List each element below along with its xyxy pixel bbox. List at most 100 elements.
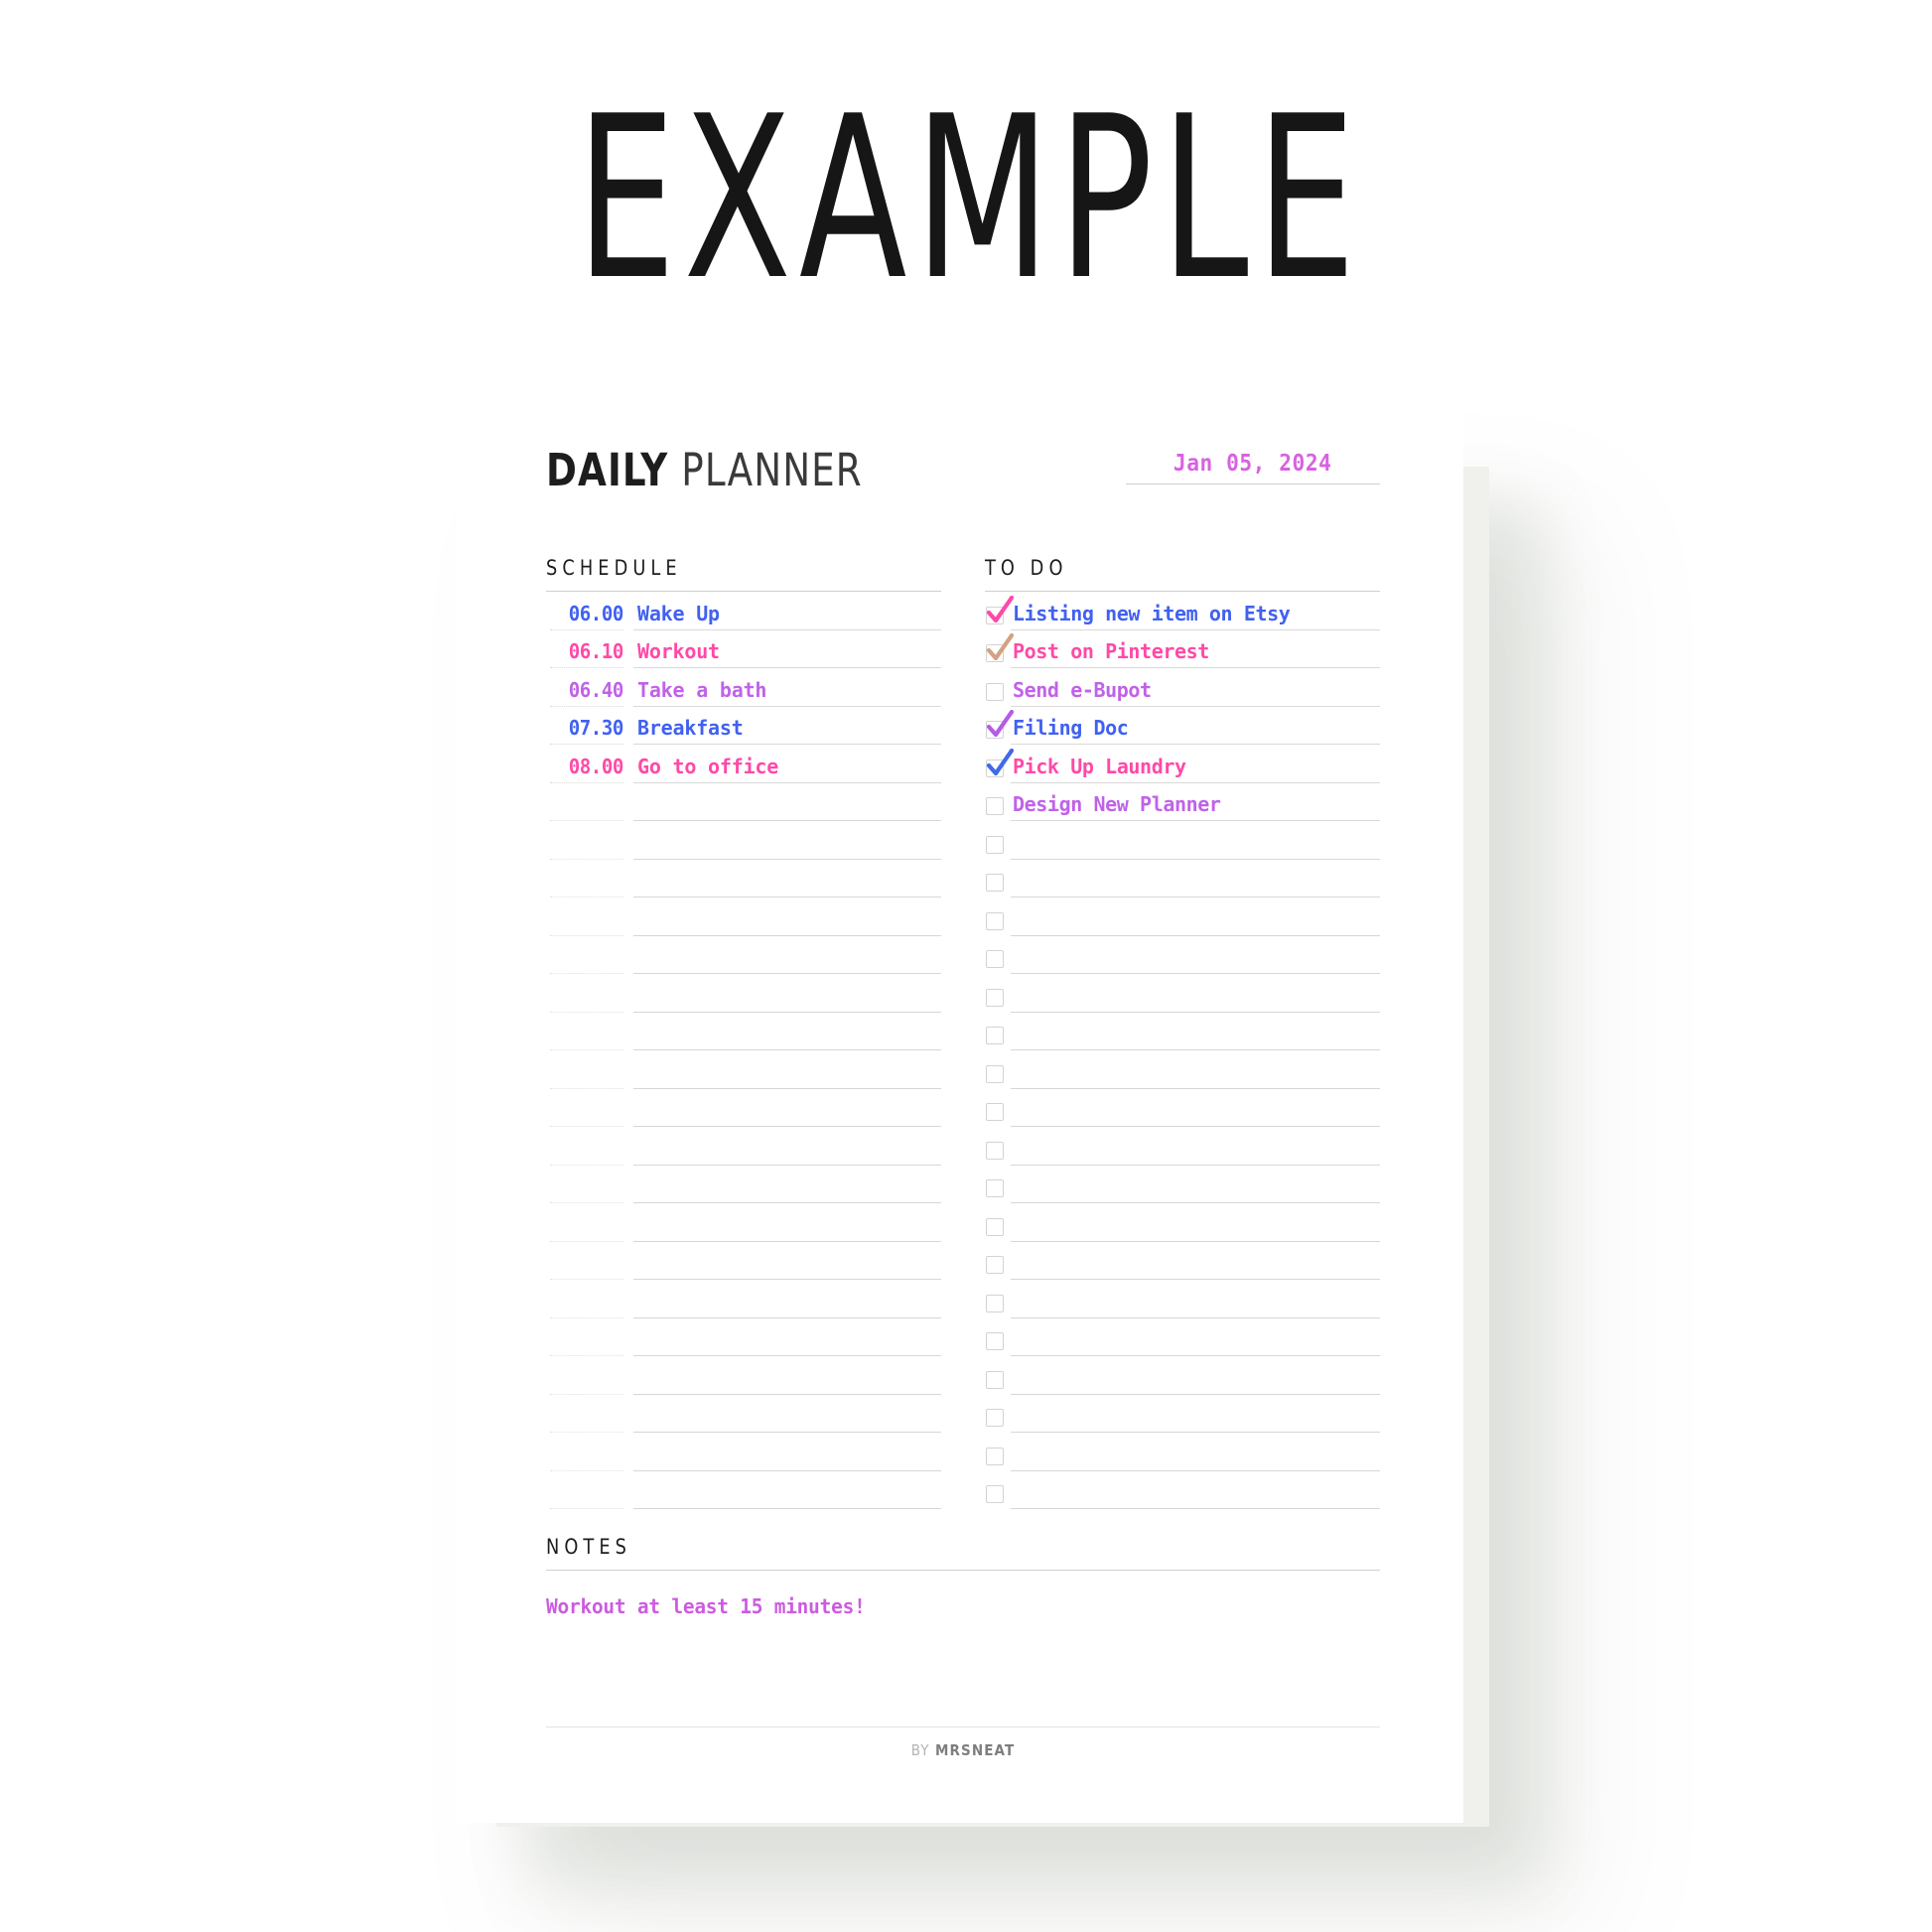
schedule-time-blank bbox=[549, 1481, 623, 1509]
todo-row-empty[interactable] bbox=[985, 1395, 1380, 1433]
schedule-row-empty[interactable] bbox=[546, 1013, 941, 1050]
schedule-time-blank bbox=[549, 946, 623, 974]
schedule-row-empty[interactable] bbox=[546, 860, 941, 897]
todo-row[interactable]: Design New Planner bbox=[985, 783, 1380, 821]
schedule-row-empty[interactable] bbox=[546, 1471, 941, 1509]
schedule-row-empty[interactable] bbox=[546, 897, 941, 936]
schedule-row[interactable]: 07.30 Breakfast bbox=[546, 707, 941, 745]
date-field[interactable]: Jan 05, 2024 bbox=[1126, 451, 1380, 484]
todo-checkbox[interactable] bbox=[985, 979, 1011, 1013]
schedule-row-empty[interactable] bbox=[546, 1166, 941, 1203]
todo-checkbox[interactable] bbox=[985, 1055, 1011, 1089]
schedule-row-empty[interactable] bbox=[546, 1395, 941, 1433]
todo-checkbox[interactable] bbox=[985, 787, 1011, 821]
todo-row[interactable]: Send e-Bupot bbox=[985, 668, 1380, 707]
todo-row[interactable]: Listing new item on Etsy bbox=[985, 592, 1380, 630]
watermark-text: EXAMPLE bbox=[576, 69, 1364, 330]
todo-checkbox[interactable] bbox=[985, 940, 1011, 974]
todo-checkbox[interactable] bbox=[985, 1361, 1011, 1395]
schedule-row-empty[interactable] bbox=[546, 1203, 941, 1242]
todo-row-empty[interactable] bbox=[985, 1127, 1380, 1166]
schedule-row-empty[interactable] bbox=[546, 1356, 941, 1395]
todo-row-empty[interactable] bbox=[985, 1433, 1380, 1471]
todo-label: Filing Doc bbox=[1011, 717, 1380, 745]
schedule-row-empty[interactable] bbox=[546, 1433, 941, 1471]
schedule-row[interactable]: 06.10 Workout bbox=[546, 630, 941, 668]
todo-label-blank bbox=[1011, 946, 1380, 974]
todo-row-empty[interactable] bbox=[985, 974, 1380, 1013]
todo-checkbox[interactable] bbox=[985, 1285, 1011, 1318]
checkbox-box-icon bbox=[986, 606, 1004, 624]
checkbox-box-icon bbox=[986, 1294, 1004, 1312]
todo-checkbox[interactable] bbox=[985, 710, 1015, 745]
todo-row-empty[interactable] bbox=[985, 1280, 1380, 1318]
todo-checkbox[interactable] bbox=[985, 1208, 1011, 1242]
todo-checkbox[interactable] bbox=[985, 748, 1015, 783]
todo-row-empty[interactable] bbox=[985, 1471, 1380, 1509]
todo-checkbox[interactable] bbox=[985, 1132, 1011, 1166]
schedule-row[interactable]: 06.40 Take a bath bbox=[546, 668, 941, 707]
todo-checkbox[interactable] bbox=[985, 673, 1011, 707]
schedule-time-blank bbox=[549, 793, 623, 821]
todo-checkbox[interactable] bbox=[985, 902, 1011, 936]
todo-checkbox[interactable] bbox=[985, 595, 1015, 630]
todo-checkbox[interactable] bbox=[985, 633, 1015, 668]
todo-row-empty[interactable] bbox=[985, 1242, 1380, 1280]
schedule-row-empty[interactable] bbox=[546, 1280, 941, 1318]
todo-row[interactable]: Post on Pinterest bbox=[985, 630, 1380, 668]
schedule-row-empty[interactable] bbox=[546, 821, 941, 860]
schedule-task-blank bbox=[633, 908, 941, 936]
todo-label-blank bbox=[1011, 1444, 1380, 1471]
schedule-row-empty[interactable] bbox=[546, 936, 941, 974]
schedule-row-empty[interactable] bbox=[546, 783, 941, 821]
schedule-time-blank bbox=[549, 1175, 623, 1203]
todo-checkbox[interactable] bbox=[985, 1093, 1011, 1127]
todo-row-empty[interactable] bbox=[985, 821, 1380, 860]
todo-row-empty[interactable] bbox=[985, 1356, 1380, 1395]
checkbox-box-icon bbox=[986, 1409, 1004, 1427]
schedule-task: Wake Up bbox=[633, 603, 941, 630]
checkbox-box-icon bbox=[986, 1027, 1004, 1044]
todo-checkbox[interactable] bbox=[985, 1246, 1011, 1280]
todo-checkbox[interactable] bbox=[985, 1170, 1011, 1203]
checkbox-box-icon bbox=[986, 1103, 1004, 1121]
todo-label-blank bbox=[1011, 908, 1380, 936]
todo-checkbox[interactable] bbox=[985, 1322, 1011, 1356]
schedule-time: 06.00 bbox=[549, 603, 623, 630]
checkbox-box-icon bbox=[986, 911, 1004, 930]
todo-heading: TO DO bbox=[985, 556, 1068, 580]
schedule-time-blank bbox=[549, 1367, 623, 1395]
todo-row-empty[interactable] bbox=[985, 1050, 1380, 1089]
schedule-row-empty[interactable] bbox=[546, 1089, 941, 1127]
schedule-row-empty[interactable] bbox=[546, 1318, 941, 1356]
todo-checkbox[interactable] bbox=[985, 864, 1011, 897]
schedule-row-empty[interactable] bbox=[546, 974, 941, 1013]
todo-label-blank bbox=[1011, 832, 1380, 860]
schedule-row-empty[interactable] bbox=[546, 1242, 941, 1280]
todo-row-empty[interactable] bbox=[985, 936, 1380, 974]
example-watermark: EXAMPLE bbox=[212, 87, 1720, 312]
todo-row-empty[interactable] bbox=[985, 1166, 1380, 1203]
schedule-row[interactable]: 06.00 Wake Up bbox=[546, 592, 941, 630]
schedule-time-blank bbox=[549, 1023, 623, 1050]
schedule-row[interactable]: 08.00 Go to office bbox=[546, 745, 941, 783]
todo-row-empty[interactable] bbox=[985, 1318, 1380, 1356]
checkbox-box-icon bbox=[986, 1217, 1004, 1236]
notes-body[interactable]: Workout at least 15 minutes! bbox=[546, 1594, 1355, 1743]
todo-row[interactable]: Filing Doc bbox=[985, 707, 1380, 745]
todo-row-empty[interactable] bbox=[985, 897, 1380, 936]
schedule-task-blank bbox=[633, 1175, 941, 1203]
todo-row-empty[interactable] bbox=[985, 1089, 1380, 1127]
todo-checkbox[interactable] bbox=[985, 826, 1011, 860]
schedule-row-empty[interactable] bbox=[546, 1050, 941, 1089]
todo-checkbox[interactable] bbox=[985, 1399, 1011, 1433]
todo-row-empty[interactable] bbox=[985, 1013, 1380, 1050]
todo-checkbox[interactable] bbox=[985, 1017, 1011, 1050]
todo-row-empty[interactable] bbox=[985, 860, 1380, 897]
todo-checkbox[interactable] bbox=[985, 1438, 1011, 1471]
schedule-time-blank bbox=[549, 1061, 623, 1089]
todo-row[interactable]: Pick Up Laundry bbox=[985, 745, 1380, 783]
schedule-row-empty[interactable] bbox=[546, 1127, 941, 1166]
todo-row-empty[interactable] bbox=[985, 1203, 1380, 1242]
todo-checkbox[interactable] bbox=[985, 1475, 1011, 1509]
